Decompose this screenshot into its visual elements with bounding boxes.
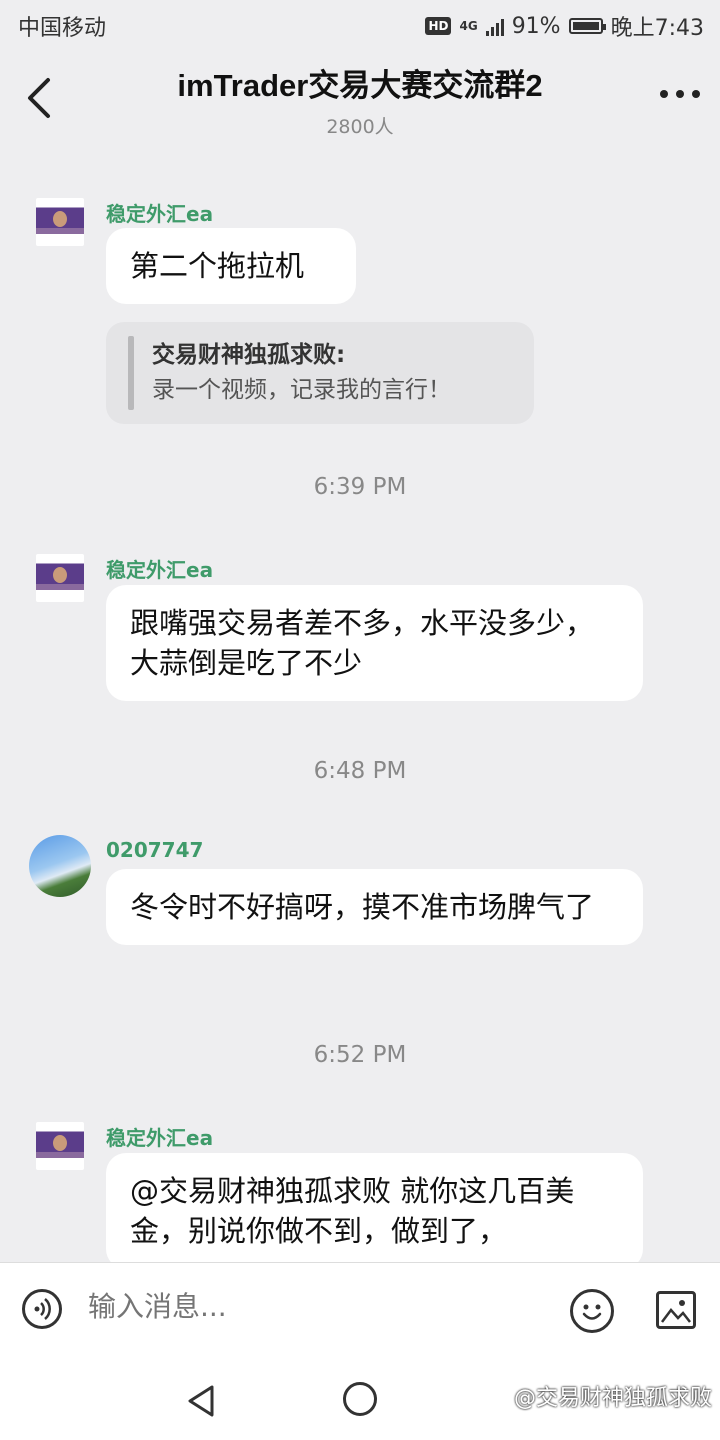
sender-name[interactable]: 稳定外汇ea: [106, 198, 213, 227]
voice-icon[interactable]: [22, 1289, 62, 1329]
sender-name[interactable]: 稳定外汇ea: [106, 554, 213, 583]
status-bar: 中国移动 HD 4G 91% 晚上7:43: [0, 0, 720, 50]
avatar[interactable]: [36, 1122, 84, 1170]
message-bubble[interactable]: 冬令时不好搞呀，摸不准市场脾气了: [106, 869, 643, 945]
member-count: 2800人: [326, 116, 394, 138]
group-title: imTrader交易大赛交流群2: [177, 68, 543, 103]
nav-home-icon[interactable]: [343, 1382, 377, 1416]
clock: 晚上7:43: [610, 16, 704, 41]
timestamp: 6:39 PM: [313, 474, 407, 500]
message-bubble[interactable]: 跟嘴强交易者差不多，水平没多少，大蒜倒是吃了不少: [106, 585, 643, 701]
hd-icon: HD: [425, 17, 452, 35]
status-icons: HD 4G 91% 晚上7:43: [425, 10, 704, 42]
signal-icon: [485, 16, 504, 36]
quoted-message[interactable]: 交易财神独孤求败: 录一个视频，记录我的言行！: [106, 322, 534, 424]
emoji-icon[interactable]: [570, 1289, 614, 1333]
sender-name[interactable]: 稳定外汇ea: [106, 1122, 213, 1151]
message-bubble[interactable]: @交易财神独孤求败 就你这几百美金，别说你做不到，做到了，: [106, 1153, 643, 1262]
avatar[interactable]: [36, 198, 84, 246]
input-bar: [0, 1262, 720, 1359]
timestamp: 6:48 PM: [313, 758, 407, 784]
quote-sender: 交易财神独孤求败:: [152, 342, 346, 368]
avatar[interactable]: [29, 835, 91, 897]
message-bubble[interactable]: 第二个拖拉机: [106, 228, 356, 304]
watermark: @交易财神独孤求败: [513, 1386, 712, 1411]
battery-percent: 91%: [511, 13, 561, 39]
image-icon[interactable]: [656, 1291, 696, 1329]
avatar[interactable]: [36, 554, 84, 602]
nav-back-icon[interactable]: [186, 1384, 216, 1418]
message-list[interactable]: 稳定外汇ea 第二个拖拉机 交易财神独孤求败: 录一个视频，记录我的言行！ 6:…: [0, 146, 720, 1262]
timestamp: 6:52 PM: [313, 1042, 407, 1068]
sender-name[interactable]: 0207747: [106, 838, 203, 862]
message-input[interactable]: [86, 1289, 510, 1324]
more-dots-icon[interactable]: [660, 90, 700, 98]
system-nav-bar: @交易财神独孤求败: [0, 1358, 720, 1440]
quote-text: 录一个视频，记录我的言行！: [152, 377, 451, 403]
chat-header: imTrader交易大赛交流群2 2800人: [0, 50, 720, 146]
carrier-label: 中国移动: [18, 16, 107, 41]
battery-icon: [568, 18, 606, 34]
network-label: 4G: [459, 19, 478, 33]
